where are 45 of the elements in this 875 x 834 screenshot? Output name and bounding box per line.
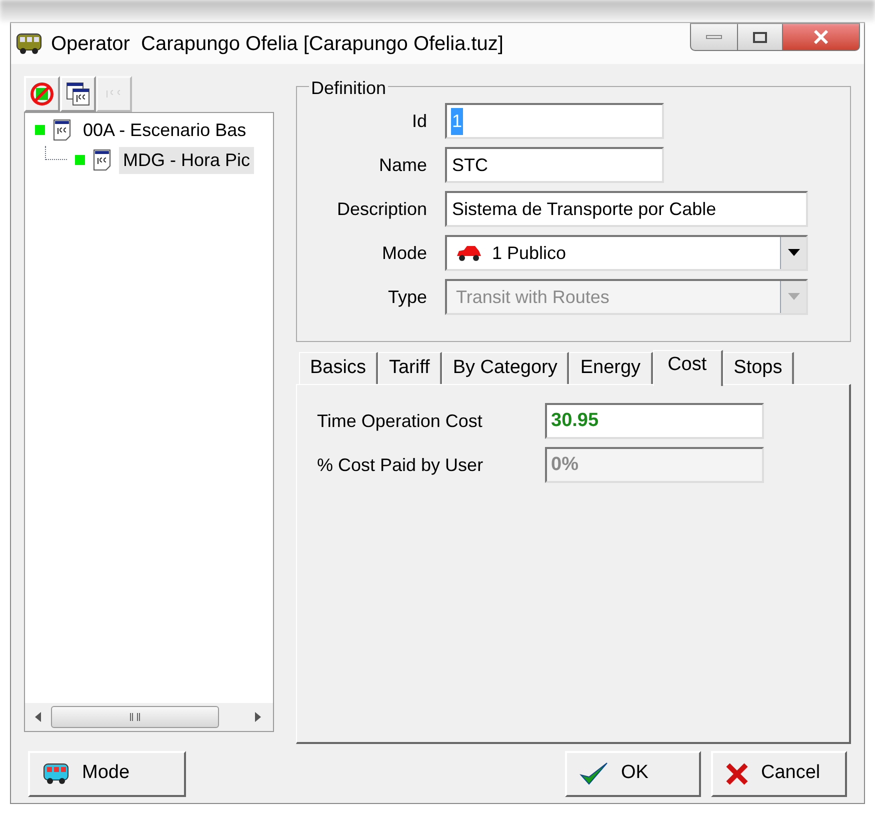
minimize-button[interactable] — [690, 23, 738, 51]
field-label: % Cost Paid by User — [317, 454, 484, 477]
field-label: Time Operation Cost — [317, 410, 484, 433]
mode-button[interactable]: Mode — [28, 750, 186, 797]
field-label: Mode — [380, 242, 428, 265]
status-square-icon — [35, 125, 45, 136]
field-label: Description — [336, 198, 428, 221]
ok-button[interactable]: OK — [565, 750, 701, 797]
checkmark-icon — [579, 760, 609, 787]
tab[interactable]: Stops — [722, 352, 794, 384]
tab[interactable]: Basics — [299, 352, 378, 384]
scroll-right-icon[interactable] — [255, 712, 261, 722]
tab[interactable]: Energy — [569, 352, 653, 384]
document-icon — [93, 149, 111, 172]
tree-item[interactable]: 00A - Escenario Bas — [79, 116, 250, 144]
maximize-button[interactable] — [738, 23, 782, 51]
input-field[interactable]: 30.95 — [545, 403, 764, 440]
mode-dropdown[interactable]: 1 Publico — [445, 235, 808, 272]
scroll-left-icon[interactable] — [35, 712, 41, 722]
input-field[interactable]: Sistema de Transporte por Cable — [445, 191, 808, 228]
scrollbar-thumb[interactable] — [51, 706, 219, 728]
x-mark-icon — [725, 762, 749, 786]
cancel-button[interactable]: Cancel — [711, 750, 847, 797]
no-entry-icon — [29, 81, 55, 108]
copy-icon — [65, 81, 91, 108]
bus-icon — [42, 762, 70, 786]
tree-item[interactable]: MDG - Hora Pic — [119, 146, 254, 174]
tab[interactable]: Tariff — [378, 352, 442, 384]
car-icon — [455, 244, 483, 262]
horizontal-scrollbar[interactable] — [25, 703, 273, 732]
toolbar-button[interactable] — [60, 76, 96, 112]
document-icon — [106, 90, 122, 98]
bus-icon — [15, 32, 43, 56]
close-icon — [813, 30, 829, 44]
field-label: Type — [386, 286, 428, 309]
field-label: Name — [378, 154, 428, 177]
status-square-icon — [75, 155, 85, 166]
tab[interactable]: By Category — [442, 352, 570, 384]
tab[interactable]: Cost — [652, 350, 723, 386]
input-field[interactable]: STC — [445, 147, 664, 184]
document-icon — [53, 119, 71, 142]
tree-connector — [45, 146, 67, 160]
field-label: Id — [410, 110, 428, 133]
close-button[interactable] — [782, 23, 860, 51]
window-title: Operator Carapungo Ofelia [Carapungo Ofelia.tuz] — [51, 32, 504, 57]
